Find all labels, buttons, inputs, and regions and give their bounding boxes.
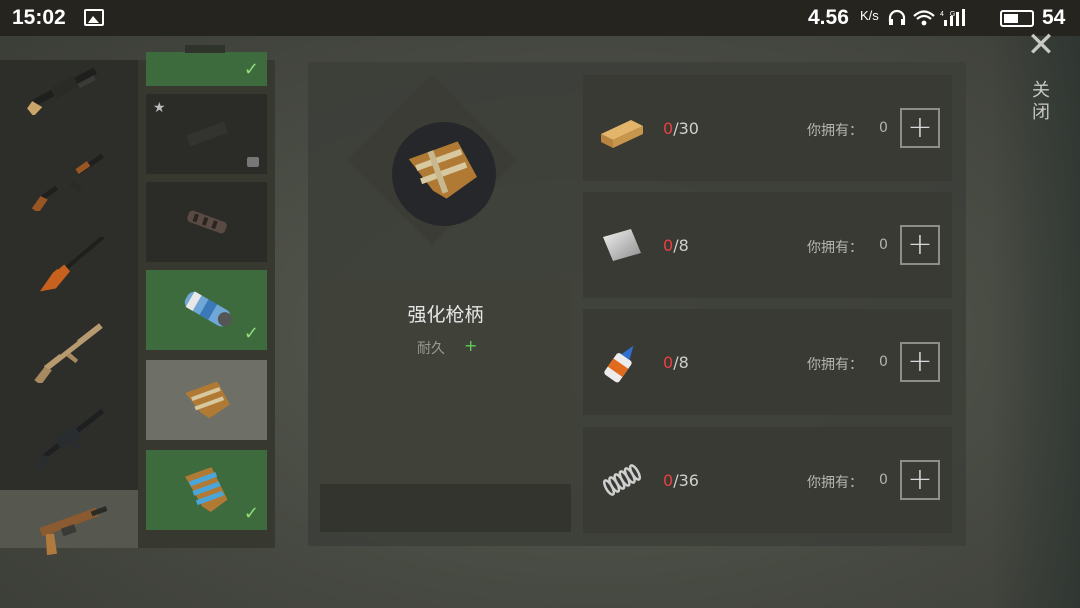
reinforced-grip-icon (408, 141, 477, 199)
owned-label: 你拥有： (807, 475, 863, 491)
parts-list[interactable]: ✓ ★ ✓ ✓ (138, 45, 275, 548)
metal-sheet-icon (603, 229, 641, 261)
material-row: 0/8 你拥有： 0 + (583, 309, 952, 415)
sniper-rifle-icon (39, 237, 105, 292)
owned-value: 0 (879, 120, 888, 136)
part-reinforced-grip-icon (184, 381, 230, 419)
part-reinforced-grip[interactable] (146, 360, 267, 440)
headphone-wifi-signal-icons: 4G (888, 8, 988, 33)
network-speed: 4.56 (808, 6, 849, 29)
material-row: 0/8 你拥有： 0 + (583, 192, 952, 298)
material-row: 0/30 你拥有： 0 + (583, 75, 952, 181)
weapon-ak47[interactable] (0, 138, 138, 224)
part-muzzle[interactable] (146, 182, 267, 262)
part-muzzle-icon (186, 210, 227, 234)
item-name: 强化枪柄 (407, 304, 484, 326)
add-material-button[interactable]: + (900, 225, 940, 265)
owned-check-icon: ✓ (243, 59, 259, 80)
ak47-icon (31, 153, 104, 211)
weapon-scar[interactable] (0, 310, 138, 396)
part-gun-assembly[interactable]: ★ (146, 94, 267, 174)
star-icon: ★ (153, 100, 166, 116)
owned-value: 0 (879, 354, 888, 370)
spring-icon (602, 464, 642, 496)
weapon-m16[interactable] (0, 396, 138, 482)
lock-icon (247, 157, 259, 167)
material-count: 0/8 (663, 353, 689, 372)
pistol-grip-gun-icon (39, 506, 108, 556)
part-scope-icon (184, 45, 225, 53)
battery-level (1004, 14, 1018, 23)
gallery-icon (84, 9, 104, 26)
weapon-selected[interactable] (0, 490, 138, 556)
part-blue-grip-icon (184, 467, 228, 513)
part-suppressor-icon (184, 291, 232, 327)
item-preview (392, 122, 496, 226)
weapon-shotgun[interactable] (0, 42, 138, 128)
add-material-button[interactable]: + (900, 460, 940, 500)
owned-label: 你拥有： (807, 123, 863, 139)
material-count: 0/8 (663, 236, 689, 255)
item-info-box: 强化枪柄 耐久 + (320, 278, 571, 532)
part-scope[interactable]: ✓ (146, 45, 267, 86)
owned-check-icon: ✓ (243, 323, 259, 344)
item-info-footer (320, 484, 571, 532)
owned-value: 0 (879, 237, 888, 253)
glue-bottle-icon (604, 345, 634, 383)
shotgun-icon (27, 67, 97, 115)
stat-durability-label: 耐久 (417, 341, 445, 357)
weapon-list[interactable] (0, 60, 138, 556)
material-row: 0/36 你拥有： 0 + (583, 427, 952, 533)
part-gun-assembly-icon (185, 116, 228, 155)
part-blue-grip[interactable]: ✓ (146, 450, 267, 530)
add-material-button[interactable]: + (900, 108, 940, 148)
scar-rifle-icon (34, 323, 103, 383)
material-count: 0/30 (663, 119, 699, 138)
wood-plank-icon (601, 120, 643, 148)
owned-check-icon: ✓ (243, 503, 259, 524)
material-count: 0/36 (663, 471, 699, 490)
close-icon[interactable]: ✕ (1026, 28, 1056, 62)
stat-durability-plus: + (464, 336, 478, 355)
close-label[interactable]: 关闭 (1030, 80, 1052, 124)
owned-value: 0 (879, 472, 888, 488)
owned-label: 你拥有： (807, 357, 863, 373)
part-suppressor[interactable]: ✓ (146, 270, 267, 350)
status-bar: 15:02 4.56 K/s 4G 54 (0, 0, 1080, 36)
owned-label: 你拥有： (807, 240, 863, 256)
clock: 15:02 (12, 6, 66, 29)
add-material-button[interactable]: + (900, 342, 940, 382)
weapon-sniper[interactable] (0, 224, 138, 310)
network-speed-unit: K/s (860, 8, 879, 23)
m16-rifle-icon (34, 409, 105, 469)
